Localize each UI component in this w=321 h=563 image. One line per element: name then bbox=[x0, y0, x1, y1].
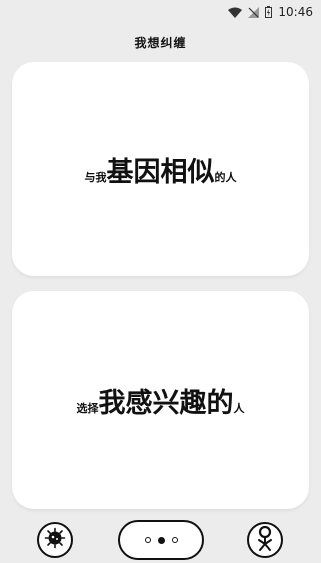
person-icon bbox=[256, 525, 274, 555]
dots-icon bbox=[171, 537, 178, 543]
card-phrase: 与我 基因相似 的人 bbox=[85, 150, 237, 189]
bottom-nav bbox=[0, 520, 321, 563]
virus-button[interactable] bbox=[37, 522, 73, 558]
choose-interest-card[interactable]: 选择 我感兴趣的 人 bbox=[12, 291, 309, 509]
phrase-main: 我感兴趣的 bbox=[98, 387, 234, 419]
card-phrase: 选择 我感兴趣的 人 bbox=[77, 381, 245, 420]
phrase-prefix: 选择 bbox=[76, 401, 99, 415]
status-bar: 10:46 bbox=[0, 0, 321, 24]
profile-button[interactable] bbox=[247, 522, 283, 558]
phrase-prefix: 与我 bbox=[84, 170, 107, 184]
status-time: 10:46 bbox=[278, 5, 313, 19]
phrase-main: 基因相似 bbox=[106, 156, 215, 188]
dots-icon bbox=[144, 537, 151, 543]
phrase-suffix: 人 bbox=[233, 401, 245, 415]
page-title: 我想纠缠 bbox=[134, 36, 187, 50]
more-button[interactable] bbox=[118, 520, 204, 560]
wifi-icon bbox=[228, 7, 243, 18]
signal-icon bbox=[248, 6, 260, 18]
virus-icon bbox=[43, 527, 67, 553]
phrase-suffix: 的人 bbox=[214, 170, 237, 184]
battery-icon bbox=[265, 6, 273, 18]
dots-icon bbox=[157, 536, 165, 544]
match-similar-genes-card[interactable]: 与我 基因相似 的人 bbox=[12, 62, 309, 276]
